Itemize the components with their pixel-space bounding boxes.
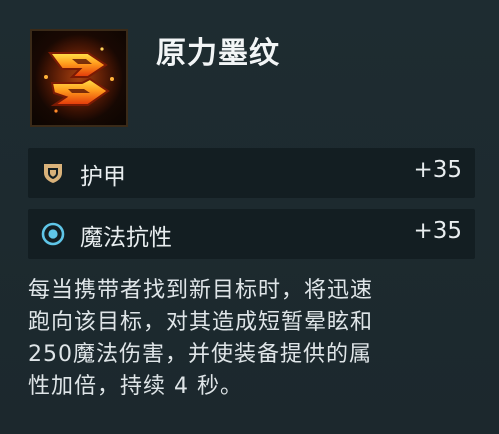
stat-row-magic-resistance: 魔法抗性 +35 bbox=[28, 209, 475, 259]
flame-rune-icon bbox=[30, 29, 128, 127]
item-description: 每当携带者找到新目标时，将迅速 跑向该目标，对其造成短暂晕眩和 250魔法伤害，… bbox=[28, 275, 478, 403]
description-line: 每当携带者找到新目标时，将迅速 bbox=[28, 278, 374, 303]
item-tooltip: 原力墨纹 护甲 +35 魔法抗性 +35 每当携带者找到新目标时，将迅速 跑向该… bbox=[0, 0, 499, 434]
description-line: 250魔法伤害，并使装备提供的属 bbox=[28, 342, 372, 367]
stat-label: 魔法抗性 bbox=[80, 225, 172, 251]
stat-label: 护甲 bbox=[80, 164, 126, 190]
shield-icon bbox=[44, 164, 62, 183]
stat-value: +35 bbox=[413, 157, 462, 183]
item-name: 原力墨纹 bbox=[156, 36, 280, 71]
stat-row-armor: 护甲 +35 bbox=[28, 148, 475, 198]
magic-resist-icon bbox=[41, 222, 65, 246]
stat-value: +35 bbox=[413, 218, 462, 244]
description-line: 跑向该目标，对其造成短暂晕眩和 bbox=[28, 310, 374, 335]
description-line: 性加倍，持续 4 秒。 bbox=[28, 374, 243, 399]
